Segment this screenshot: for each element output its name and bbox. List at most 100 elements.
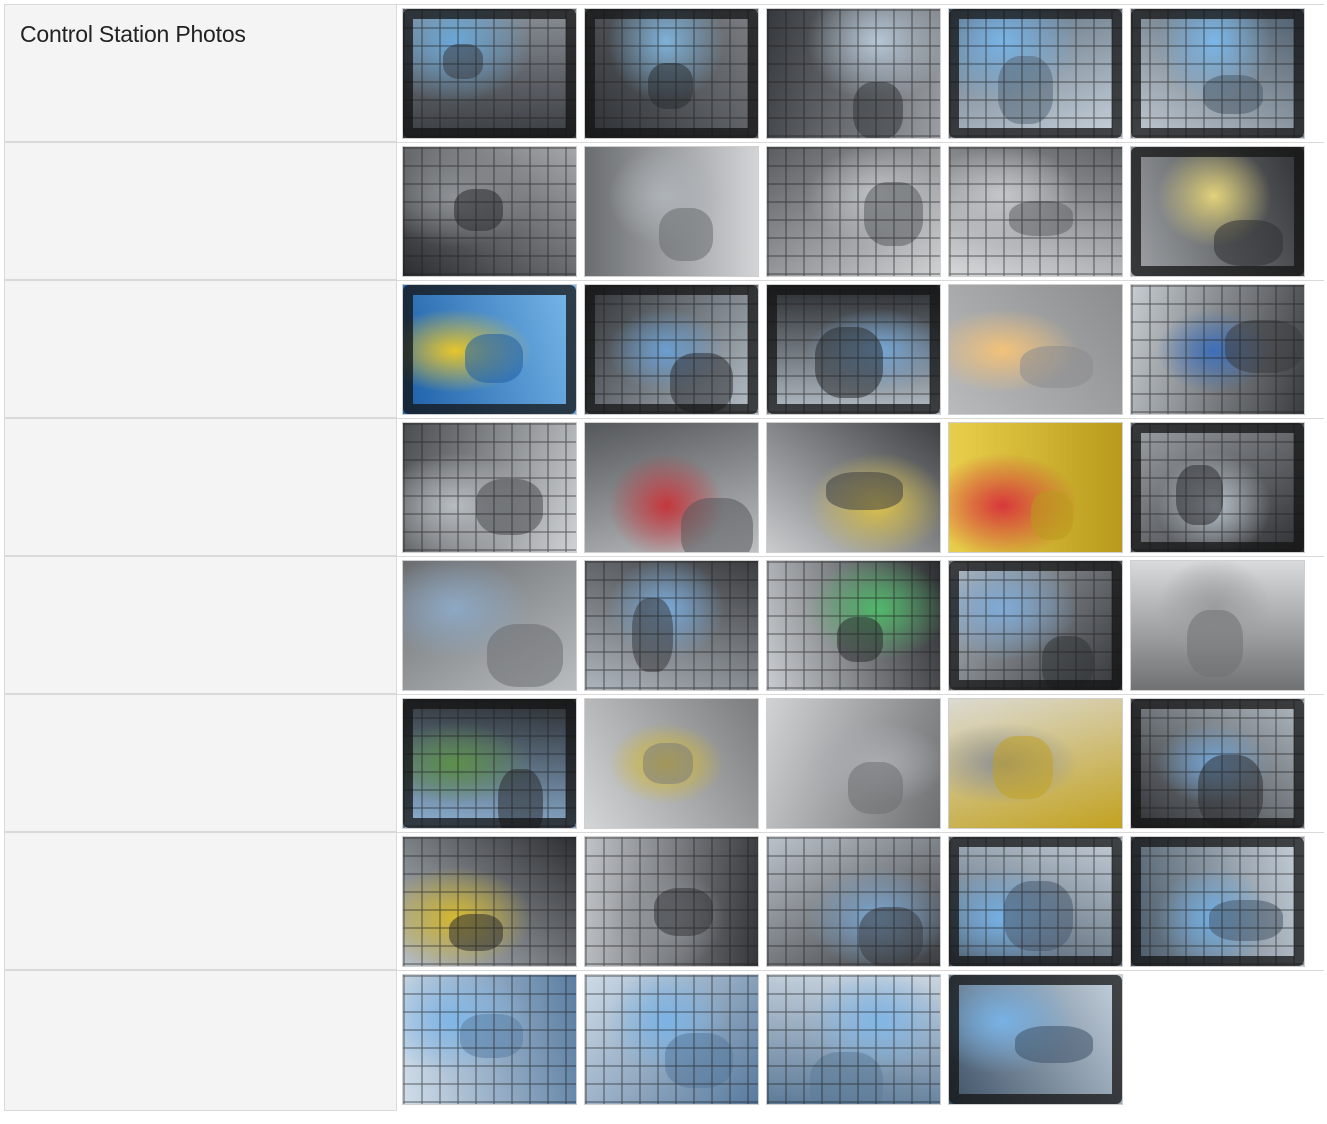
photo-thumbnail[interactable] bbox=[948, 698, 1123, 829]
photo-detail-shape bbox=[1031, 491, 1073, 540]
cab-frame bbox=[1131, 9, 1304, 138]
thumbnail-strip bbox=[400, 5, 1324, 142]
photo-detail-shape bbox=[487, 624, 563, 687]
photo-detail-shape bbox=[643, 743, 693, 784]
photo-thumbnail[interactable] bbox=[766, 146, 941, 277]
window-mesh bbox=[767, 147, 940, 276]
photo-table-body: Control Station Photos bbox=[4, 4, 1324, 1111]
photo-thumbnail[interactable] bbox=[402, 284, 577, 415]
photo-thumbnail[interactable] bbox=[766, 560, 941, 691]
cab-frame bbox=[403, 285, 576, 414]
photo-thumbnail[interactable] bbox=[1130, 8, 1305, 139]
photo-detail-shape bbox=[993, 736, 1053, 799]
photo-thumbnail[interactable] bbox=[1130, 146, 1305, 277]
cab-frame bbox=[585, 285, 758, 414]
photo-thumbnail[interactable] bbox=[402, 146, 577, 277]
photo-thumbnail[interactable] bbox=[584, 284, 759, 415]
photo-row bbox=[4, 142, 1324, 280]
thumbnail-cell bbox=[397, 694, 1324, 832]
photo-thumbnail[interactable] bbox=[584, 698, 759, 829]
thumbnail-cell bbox=[397, 418, 1324, 556]
window-mesh bbox=[585, 975, 758, 1104]
row-label-cell bbox=[4, 142, 397, 280]
cab-frame bbox=[1131, 699, 1304, 828]
thumbnail-cell bbox=[397, 556, 1324, 694]
photo-detail-shape bbox=[826, 472, 903, 510]
photo-detail-shape bbox=[1187, 610, 1243, 677]
photo-thumbnail[interactable] bbox=[766, 284, 941, 415]
window-mesh bbox=[585, 561, 758, 690]
photo-row bbox=[4, 694, 1324, 832]
photo-thumbnail[interactable] bbox=[402, 8, 577, 139]
photo-thumbnail[interactable] bbox=[1130, 560, 1305, 691]
cab-frame bbox=[949, 9, 1122, 138]
window-mesh bbox=[403, 423, 576, 552]
window-mesh bbox=[949, 147, 1122, 276]
cab-frame bbox=[1131, 423, 1304, 552]
window-mesh bbox=[403, 147, 576, 276]
photo-row bbox=[4, 418, 1324, 556]
photo-thumbnail[interactable] bbox=[584, 974, 759, 1105]
photo-row bbox=[4, 280, 1324, 418]
photo-gallery: Control Station Photos bbox=[4, 4, 1324, 1111]
thumbnail-strip bbox=[400, 143, 1324, 280]
thumbnail-cell bbox=[397, 4, 1324, 142]
photo-thumbnail[interactable] bbox=[402, 836, 577, 967]
window-mesh bbox=[403, 975, 576, 1104]
thumbnail-cell bbox=[397, 970, 1324, 1111]
photo-thumbnail[interactable] bbox=[584, 836, 759, 967]
window-mesh bbox=[1131, 285, 1304, 414]
photo-thumbnail[interactable] bbox=[402, 698, 577, 829]
photo-thumbnail[interactable] bbox=[766, 8, 941, 139]
photo-row bbox=[4, 556, 1324, 694]
photo-thumbnail[interactable] bbox=[948, 146, 1123, 277]
photo-thumbnail[interactable] bbox=[584, 146, 759, 277]
thumbnail-strip bbox=[400, 419, 1324, 556]
photo-thumbnail[interactable] bbox=[766, 836, 941, 967]
cab-frame bbox=[767, 285, 940, 414]
photo-thumbnail[interactable] bbox=[402, 974, 577, 1105]
photo-row: Control Station Photos bbox=[4, 4, 1324, 142]
photo-thumbnail[interactable] bbox=[948, 422, 1123, 553]
photo-thumbnail[interactable] bbox=[948, 836, 1123, 967]
photo-thumbnail[interactable] bbox=[1130, 698, 1305, 829]
photo-thumbnail[interactable] bbox=[948, 974, 1123, 1105]
photo-thumbnail[interactable] bbox=[584, 422, 759, 553]
photo-thumbnail[interactable] bbox=[766, 974, 941, 1105]
thumbnail-strip bbox=[400, 971, 1324, 1108]
photo-thumbnail[interactable] bbox=[1130, 284, 1305, 415]
photo-thumbnail[interactable] bbox=[402, 560, 577, 691]
thumbnail-strip bbox=[400, 695, 1324, 832]
thumbnail-strip bbox=[400, 557, 1324, 694]
cab-frame bbox=[949, 561, 1122, 690]
photo-thumbnail[interactable] bbox=[402, 422, 577, 553]
photo-thumbnail[interactable] bbox=[1130, 422, 1305, 553]
row-label-cell bbox=[4, 280, 397, 418]
photo-thumbnail[interactable] bbox=[766, 422, 941, 553]
photo-thumbnail[interactable] bbox=[948, 560, 1123, 691]
photo-row bbox=[4, 970, 1324, 1111]
thumbnail-cell bbox=[397, 280, 1324, 418]
window-mesh bbox=[767, 837, 940, 966]
control-station-photo-table: Control Station Photos bbox=[4, 4, 1324, 1111]
cab-frame bbox=[1131, 837, 1304, 966]
row-label-cell bbox=[4, 694, 397, 832]
photo-thumbnail[interactable] bbox=[948, 284, 1123, 415]
photo-detail-shape bbox=[1020, 346, 1093, 388]
row-label-cell bbox=[4, 832, 397, 970]
photo-thumbnail[interactable] bbox=[766, 698, 941, 829]
photo-thumbnail[interactable] bbox=[584, 560, 759, 691]
thumbnail-cell bbox=[397, 832, 1324, 970]
photo-thumbnail[interactable] bbox=[1130, 836, 1305, 967]
photo-detail-shape bbox=[681, 498, 753, 552]
photo-thumbnail[interactable] bbox=[948, 8, 1123, 139]
cab-frame bbox=[403, 9, 576, 138]
heater-vents-photo bbox=[767, 699, 940, 828]
window-mesh bbox=[767, 9, 940, 138]
cab-frame bbox=[403, 699, 576, 828]
photo-detail-shape bbox=[659, 208, 713, 261]
photo-thumbnail[interactable] bbox=[584, 8, 759, 139]
cab-frame bbox=[585, 9, 758, 138]
photo-row bbox=[4, 832, 1324, 970]
cab-frame bbox=[949, 837, 1122, 966]
